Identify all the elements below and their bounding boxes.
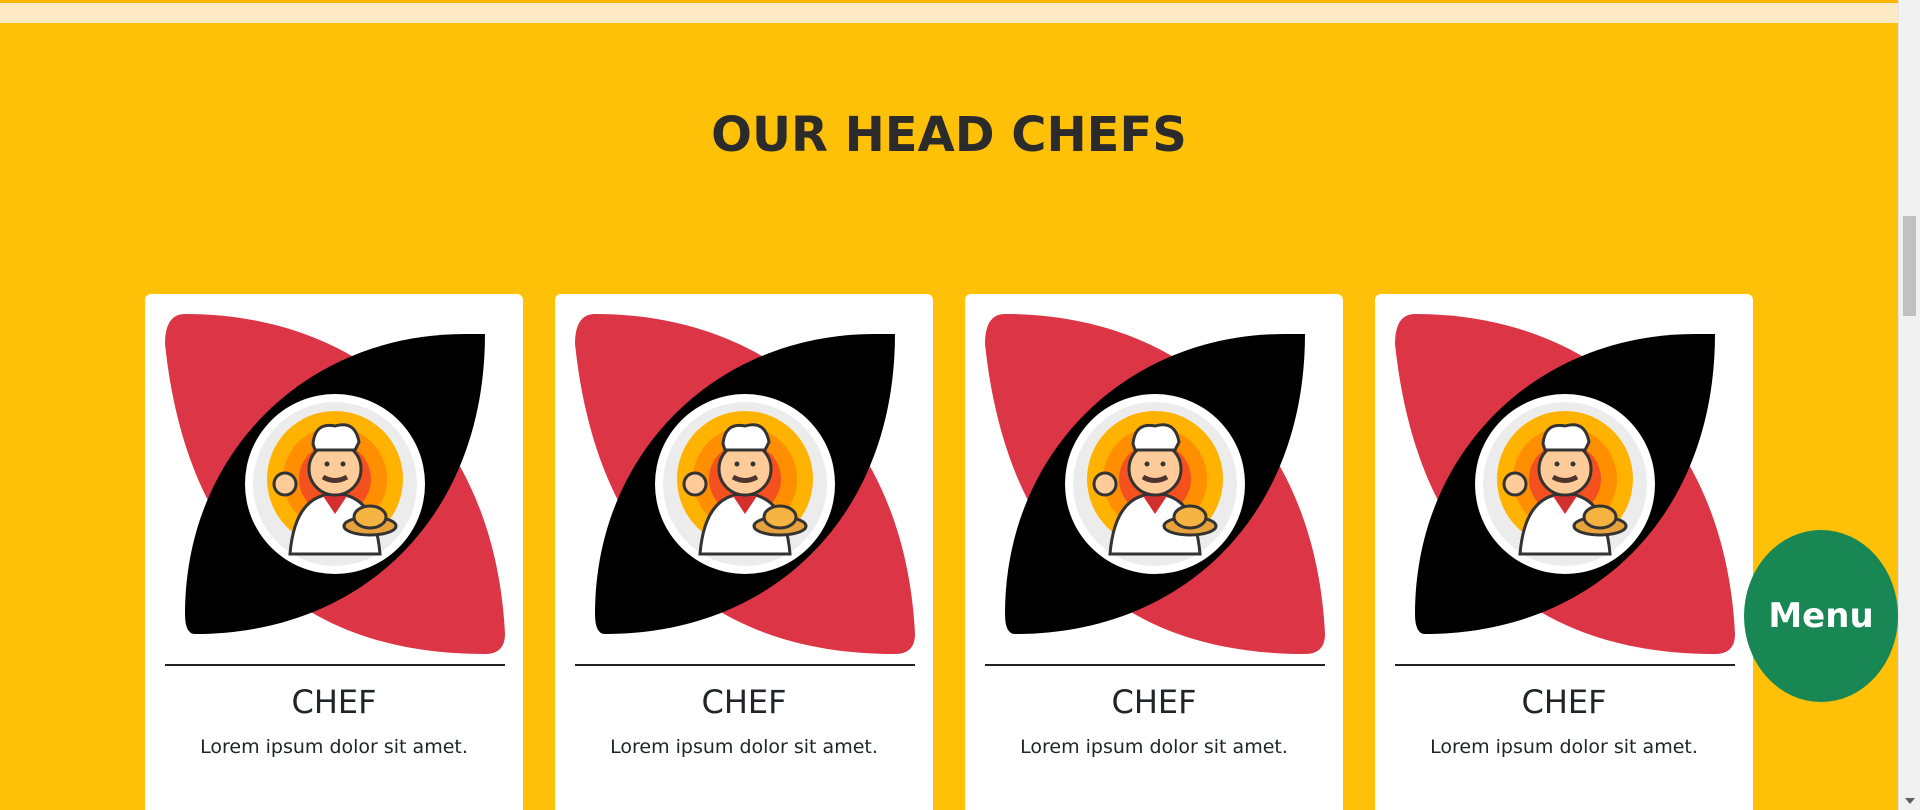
chef-card: CHEF Lorem ipsum dolor sit amet. bbox=[965, 294, 1343, 810]
section-title: OUR HEAD CHEFS bbox=[711, 107, 1187, 163]
chef-description: Lorem ipsum dolor sit amet. bbox=[1020, 736, 1288, 758]
chef-card: CHEF Lorem ipsum dolor sit amet. bbox=[555, 294, 933, 810]
chef-mascot-icon bbox=[245, 394, 425, 574]
chef-mascot-icon bbox=[1065, 394, 1245, 574]
chef-name: CHEF bbox=[291, 683, 377, 721]
chef-description: Lorem ipsum dolor sit amet. bbox=[200, 736, 468, 758]
chef-image bbox=[1395, 314, 1735, 654]
menu-button[interactable]: Menu bbox=[1744, 530, 1898, 702]
chef-name: CHEF bbox=[1521, 683, 1607, 721]
card-divider bbox=[575, 664, 915, 666]
card-divider bbox=[1395, 664, 1735, 666]
chef-description: Lorem ipsum dolor sit amet. bbox=[1430, 736, 1698, 758]
chef-image bbox=[985, 314, 1325, 654]
chef-image bbox=[165, 314, 505, 654]
chef-name: CHEF bbox=[701, 683, 787, 721]
card-divider bbox=[165, 664, 505, 666]
chef-card: CHEF Lorem ipsum dolor sit amet. bbox=[145, 294, 523, 810]
chef-mascot-icon bbox=[1475, 394, 1655, 574]
card-divider bbox=[985, 664, 1325, 666]
chef-image bbox=[575, 314, 915, 654]
scrollbar-thumb[interactable] bbox=[1903, 216, 1916, 316]
chef-name: CHEF bbox=[1111, 683, 1197, 721]
previous-section-edge bbox=[0, 0, 1898, 23]
chef-card: CHEF Lorem ipsum dolor sit amet. bbox=[1375, 294, 1753, 810]
chef-description: Lorem ipsum dolor sit amet. bbox=[610, 736, 878, 758]
vertical-scrollbar[interactable] bbox=[1898, 0, 1920, 810]
scroll-down-arrow-icon[interactable] bbox=[1905, 798, 1915, 804]
page: OUR HEAD CHEFS CHEF Lorem ipsum dolor si… bbox=[0, 0, 1920, 810]
chef-mascot-icon bbox=[655, 394, 835, 574]
